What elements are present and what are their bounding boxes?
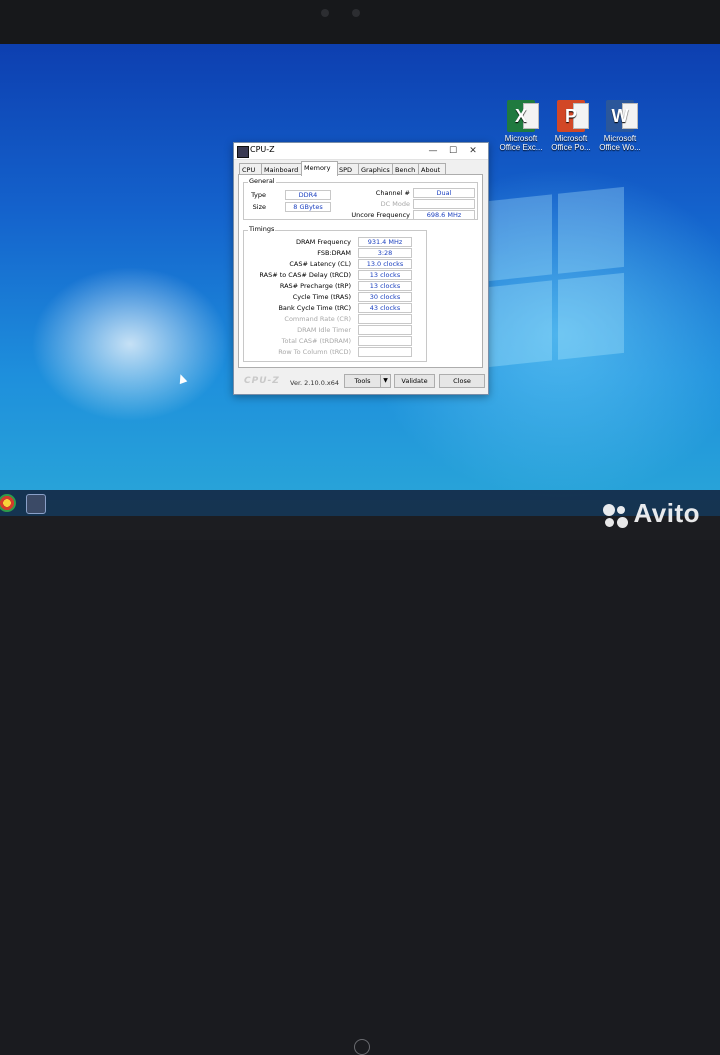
desktop-icon-label: Office Exc... bbox=[499, 143, 543, 152]
type-value: DDR4 bbox=[285, 190, 331, 200]
timings-group-title: Timings bbox=[248, 225, 276, 233]
window-title: CPU-Z bbox=[250, 145, 275, 154]
timing-value: 13 clocks bbox=[358, 281, 412, 291]
camera-sensor-icon bbox=[352, 9, 360, 17]
timing-value: 43 clocks bbox=[358, 303, 412, 313]
timing-label: Total CAS# (tRDRAM) bbox=[281, 337, 351, 345]
timing-label: CAS# Latency (CL) bbox=[289, 260, 351, 268]
size-label: Size bbox=[252, 203, 266, 211]
avito-watermark: Avito bbox=[603, 498, 700, 529]
timings-group: Timings DRAM Frequency 931.4 MHz FSB:DRAM 3… bbox=[243, 225, 427, 362]
desktop-icon-label: Microsoft bbox=[554, 134, 588, 143]
avito-watermark-text: Avito bbox=[633, 498, 700, 528]
timing-value bbox=[358, 347, 412, 357]
timing-value: 931.4 MHz bbox=[358, 237, 412, 247]
tab-memory[interactable]: Memory bbox=[301, 161, 338, 176]
tools-dropdown-arrow-icon[interactable]: ▼ bbox=[380, 374, 391, 388]
desktop-icon-powerpoint[interactable]: P Microsoft Office Po... bbox=[548, 100, 594, 152]
type-label: Type bbox=[251, 191, 266, 199]
timing-label: DRAM Idle Timer bbox=[297, 326, 351, 334]
laptop-top-bezel bbox=[0, 0, 720, 44]
cpuz-app-icon bbox=[237, 146, 249, 158]
timing-value bbox=[358, 325, 412, 335]
timing-value bbox=[358, 314, 412, 324]
timing-label: Cycle Time (tRAS) bbox=[292, 293, 351, 301]
timing-label: FSB:DRAM bbox=[317, 249, 351, 257]
excel-icon: X bbox=[507, 100, 539, 132]
desktop-icon-label: Office Wo... bbox=[599, 143, 641, 152]
dc-mode-value bbox=[413, 199, 475, 209]
memory-panel: General Type DDR4 Size 8 GBytes Channel … bbox=[238, 174, 483, 368]
channel-value: Dual bbox=[413, 188, 475, 198]
timing-value: 30 clocks bbox=[358, 292, 412, 302]
general-group-title: General bbox=[248, 177, 276, 185]
desktop-icon-label: Microsoft bbox=[504, 134, 538, 143]
size-value: 8 GBytes bbox=[285, 202, 331, 212]
channel-label: Channel # bbox=[375, 189, 410, 197]
cpuz-window: CPU-Z — ☐ ✕ CPU Mainboard Memory SPD Gra… bbox=[233, 142, 489, 395]
maximize-button[interactable]: ☐ bbox=[444, 144, 462, 158]
timing-label: Command Rate (CR) bbox=[284, 315, 351, 323]
desktop-icon-label: Microsoft bbox=[603, 134, 637, 143]
timing-label: Bank Cycle Time (tRC) bbox=[278, 304, 351, 312]
timing-value: 13 clocks bbox=[358, 270, 412, 280]
cpuz-footer-logo: CPU-Z bbox=[244, 376, 280, 386]
tools-button[interactable]: Tools bbox=[344, 374, 381, 388]
desktop-icon-word[interactable]: W Microsoft Office Wo... bbox=[597, 100, 643, 152]
version-text: Ver. 2.10.0.x64 bbox=[290, 379, 340, 387]
avito-dots-icon bbox=[603, 504, 629, 530]
windows-logo-wallpaper bbox=[488, 186, 624, 368]
timing-label: RAS# to CAS# Delay (tRCD) bbox=[259, 271, 351, 279]
uncore-frequency-label: Uncore Frequency bbox=[351, 211, 410, 219]
close-icon[interactable]: ✕ bbox=[464, 144, 482, 158]
timing-label: Row To Column (tRCD) bbox=[278, 348, 351, 356]
desktop-icon-label: Office Po... bbox=[551, 143, 591, 152]
timing-label: DRAM Frequency bbox=[296, 238, 351, 246]
timing-value: 13.0 clocks bbox=[358, 259, 412, 269]
general-group: General Type DDR4 Size 8 GBytes Channel … bbox=[243, 177, 478, 220]
validate-button[interactable]: Validate bbox=[394, 374, 435, 388]
minimize-button[interactable]: — bbox=[424, 144, 442, 158]
word-icon: W bbox=[606, 100, 638, 132]
hp-logo-icon bbox=[354, 1039, 370, 1055]
chrome-icon[interactable] bbox=[0, 494, 16, 512]
mouse-cursor-icon bbox=[176, 372, 188, 385]
powerpoint-icon: P bbox=[557, 100, 589, 132]
dc-mode-label: DC Mode bbox=[380, 200, 410, 208]
timing-label: RAS# Precharge (tRP) bbox=[279, 282, 351, 290]
close-button[interactable]: Close bbox=[439, 374, 485, 388]
cpuz-taskbar-icon[interactable] bbox=[26, 494, 46, 514]
timing-value bbox=[358, 336, 412, 346]
timing-value: 3:28 bbox=[358, 248, 412, 258]
title-bar[interactable]: CPU-Z — ☐ ✕ bbox=[234, 143, 488, 160]
desktop-icon-excel[interactable]: X Microsoft Office Exc... bbox=[498, 100, 544, 152]
camera-lens-icon bbox=[321, 9, 329, 17]
uncore-frequency-value: 698.6 MHz bbox=[413, 210, 475, 220]
